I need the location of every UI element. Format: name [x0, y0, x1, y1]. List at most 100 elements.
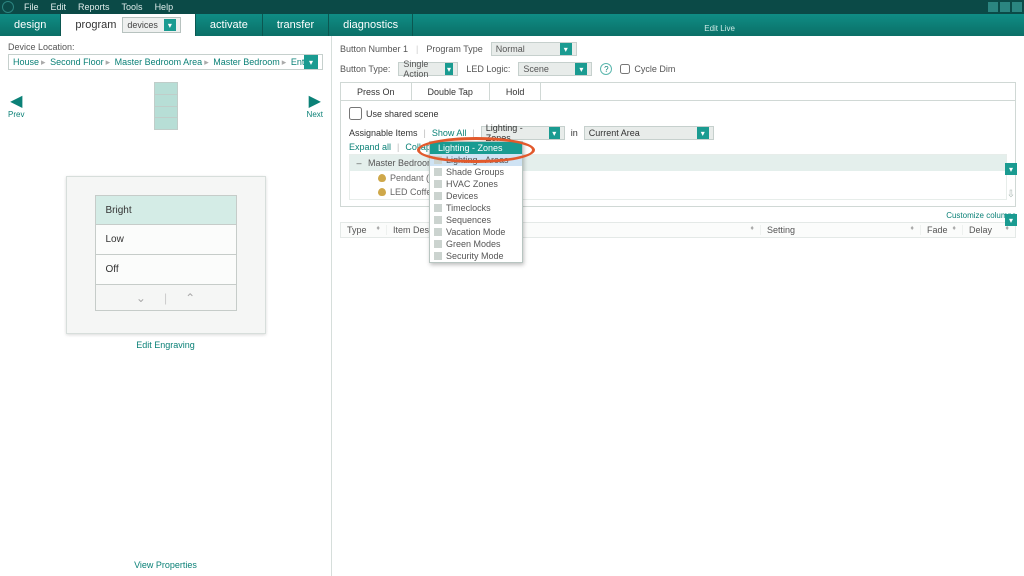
subtab-hold[interactable]: Hold: [490, 83, 542, 100]
menu-help[interactable]: Help: [149, 2, 180, 12]
area-filter[interactable]: Current Area ▾: [584, 126, 714, 140]
assignable-panel: Use shared scene Assignable Items | Show…: [340, 100, 1016, 207]
chevron-up-icon: ⌃: [185, 291, 195, 305]
item-type-dropdown: Lighting - Zones Lighting - Areas Shade …: [429, 141, 523, 263]
dropdown-item[interactable]: Devices: [430, 190, 522, 202]
collapse-icon[interactable]: ▾: [1005, 214, 1017, 226]
expand-icon[interactable]: ▾: [1005, 163, 1017, 175]
item-type-filter[interactable]: Lighting - Zones▾: [481, 126, 565, 140]
dropdown-item[interactable]: Lighting - Areas: [430, 154, 522, 166]
main-tabs: design program devices ▾ activate transf…: [0, 14, 1024, 36]
program-type-value: Normal: [496, 44, 525, 54]
col-type[interactable]: Type♦: [341, 225, 387, 235]
button-type-select[interactable]: Single Action ▾: [398, 62, 458, 76]
button-type-value: Single Action: [403, 59, 440, 79]
program-type-label: Program Type: [426, 44, 482, 54]
device-location-label: Device Location:: [8, 42, 323, 52]
move-down-icon[interactable]: ⇩: [1005, 189, 1017, 200]
tab-activate[interactable]: activate: [196, 14, 263, 36]
show-all-link[interactable]: Show All: [432, 128, 467, 138]
menu-tools[interactable]: Tools: [116, 2, 149, 12]
window-max-icon[interactable]: [1000, 2, 1010, 12]
bulb-icon: [378, 188, 386, 196]
dropdown-item[interactable]: HVAC Zones: [430, 178, 522, 190]
mini-keypad-icon: [154, 82, 178, 130]
led-logic-select[interactable]: Scene ▾: [518, 62, 592, 76]
breadcrumb: House▸ Second Floor▸ Master Bedroom Area…: [13, 57, 304, 68]
bulb-icon: [378, 174, 386, 182]
window-min-icon[interactable]: [988, 2, 998, 12]
chevron-down-icon: ▾: [560, 43, 572, 55]
chevron-down-icon: ▾: [697, 127, 709, 139]
tree-controls: ▾ ⇩ ▾: [1005, 163, 1017, 226]
chevron-down-icon[interactable]: ▾: [304, 55, 318, 69]
bulb-icon: [434, 156, 442, 164]
col-fade[interactable]: Fade♦: [921, 225, 963, 235]
tab-transfer[interactable]: transfer: [263, 14, 329, 36]
cycle-dim-checkbox[interactable]: Cycle Dim: [620, 64, 675, 74]
lock-icon: [434, 252, 442, 260]
led-logic-label: LED Logic:: [466, 64, 510, 74]
subtab-press-on[interactable]: Press On: [341, 83, 412, 100]
button-number-label: Button Number 1: [340, 44, 408, 54]
crumb-4[interactable]: Entry [LKA2]: [291, 57, 304, 67]
vacation-icon: [434, 228, 442, 236]
dropdown-item[interactable]: Security Mode: [430, 250, 522, 262]
dropdown-header[interactable]: Lighting - Zones: [430, 142, 522, 154]
sequence-icon: [434, 216, 442, 224]
dropdown-item[interactable]: Green Modes: [430, 238, 522, 250]
col-delay[interactable]: Delay♦: [963, 225, 1015, 235]
view-properties-link[interactable]: View Properties: [8, 560, 323, 570]
tab-diagnostics[interactable]: diagnostics: [329, 14, 413, 36]
chevron-down-icon: ▾: [575, 63, 587, 75]
clock-icon: [434, 204, 442, 212]
right-panel: Button Number 1 | Program Type Normal▾ B…: [332, 36, 1024, 576]
subtab-double-tap[interactable]: Double Tap: [412, 83, 490, 100]
shade-icon: [434, 168, 442, 176]
col-setting[interactable]: Setting♦: [761, 225, 921, 235]
next-button[interactable]: ▶Next: [307, 94, 323, 119]
use-shared-scene-checkbox[interactable]: Use shared scene: [349, 107, 1007, 120]
crumb-3[interactable]: Master Bedroom: [213, 57, 280, 67]
tab-program[interactable]: program devices ▾: [61, 14, 195, 36]
program-subselect-value: devices: [127, 20, 158, 30]
prev-label: Prev: [8, 110, 24, 119]
program-type-select[interactable]: Normal ▾: [491, 42, 577, 56]
use-shared-scene-label: Use shared scene: [366, 109, 439, 119]
keypad-button-3[interactable]: Off: [95, 255, 237, 285]
dropdown-item[interactable]: Sequences: [430, 214, 522, 226]
crumb-2[interactable]: Master Bedroom Area: [115, 57, 203, 67]
expand-all-link[interactable]: Expand all: [349, 142, 391, 152]
help-icon[interactable]: ?: [600, 63, 612, 75]
device-icon: [434, 192, 442, 200]
dropdown-item[interactable]: Timeclocks: [430, 202, 522, 214]
menu-file[interactable]: File: [18, 2, 45, 12]
menu-reports[interactable]: Reports: [72, 2, 116, 12]
keypad-preview: Bright Low Off ⌄|⌃: [66, 176, 266, 334]
menu-edit[interactable]: Edit: [45, 2, 73, 12]
program-subselect[interactable]: devices ▾: [122, 17, 181, 33]
window-close-icon[interactable]: [1012, 2, 1022, 12]
keypad-button-1[interactable]: Bright: [95, 195, 237, 225]
keypad-lower-raise[interactable]: ⌄|⌃: [95, 285, 237, 311]
crumb-1[interactable]: Second Floor: [50, 57, 104, 67]
area-filter-value: Current Area: [589, 128, 640, 138]
chevron-down-icon: ▾: [445, 63, 454, 75]
menubar: File Edit Reports Tools Help: [0, 0, 1024, 14]
hvac-icon: [434, 180, 442, 188]
keypad-button-2[interactable]: Low: [95, 225, 237, 255]
edit-engraving-link[interactable]: Edit Engraving: [66, 340, 266, 350]
chevron-down-icon: ▾: [549, 127, 560, 139]
tree-root-label: Master Bedroom: [368, 158, 435, 168]
edit-live-label: Edit Live: [704, 24, 735, 33]
chevron-down-icon: ⌄: [136, 291, 146, 305]
dropdown-item[interactable]: Vacation Mode: [430, 226, 522, 238]
led-logic-value: Scene: [523, 64, 549, 74]
cycle-dim-label: Cycle Dim: [634, 64, 675, 74]
prev-button[interactable]: ◀Prev: [8, 94, 24, 119]
action-subtabs: Press On Double Tap Hold: [340, 82, 1016, 100]
tab-design[interactable]: design: [0, 14, 61, 36]
dropdown-item[interactable]: Shade Groups: [430, 166, 522, 178]
device-location-select[interactable]: House▸ Second Floor▸ Master Bedroom Area…: [8, 54, 323, 70]
crumb-0[interactable]: House: [13, 57, 39, 67]
